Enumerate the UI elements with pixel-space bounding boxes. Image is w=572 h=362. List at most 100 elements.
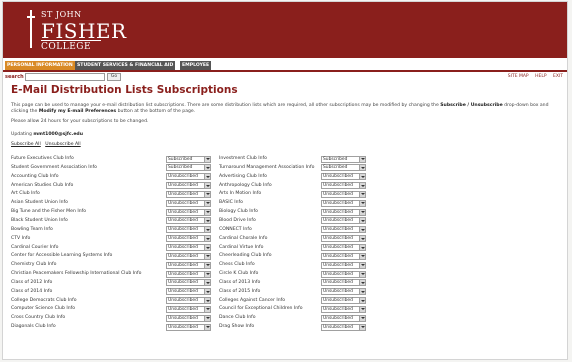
subscription-status-select[interactable]: Unsubscribed <box>321 173 366 181</box>
list-name: Chess Club Info <box>219 262 255 268</box>
dropdown-arrow-icon[interactable] <box>204 245 210 250</box>
subscription-status-select[interactable]: Subscribed <box>321 164 366 172</box>
site-map-link[interactable]: SITE MAP <box>508 74 529 79</box>
dropdown-arrow-icon[interactable] <box>204 306 210 312</box>
dropdown-arrow-icon[interactable] <box>359 245 365 250</box>
dropdown-arrow-icon[interactable] <box>359 200 365 206</box>
subscription-status-select[interactable]: Unsubscribed <box>166 190 211 198</box>
subscription-status-select[interactable]: Unsubscribed <box>166 235 211 243</box>
dropdown-arrow-icon[interactable] <box>204 174 210 180</box>
subscription-status-select[interactable]: Unsubscribed <box>166 199 211 207</box>
subscription-status-select[interactable]: Unsubscribed <box>166 208 211 216</box>
dropdown-arrow-icon[interactable] <box>204 156 210 162</box>
dropdown-arrow-icon[interactable] <box>359 191 365 197</box>
subscription-status-select[interactable]: Unsubscribed <box>166 314 211 322</box>
dropdown-arrow-icon[interactable] <box>204 209 210 215</box>
subscription-status-select[interactable]: Unsubscribed <box>321 235 366 243</box>
dropdown-arrow-icon[interactable] <box>359 315 365 321</box>
subscription-status-select[interactable]: Subscribed <box>166 155 211 163</box>
subscription-row: Chemistry Club Info Unsubscribed Chess Clu… <box>11 261 371 269</box>
search-go-button[interactable]: Go <box>107 73 121 81</box>
dropdown-arrow-icon[interactable] <box>204 280 210 286</box>
subscription-status-select[interactable]: Unsubscribed <box>321 182 366 190</box>
list-name: Christian Peacemakers Fellowship Interna… <box>11 271 142 277</box>
dropdown-arrow-icon[interactable] <box>359 165 365 171</box>
subscription-status-select[interactable]: Unsubscribed <box>321 190 366 198</box>
subscription-status-select[interactable]: Unsubscribed <box>166 297 211 305</box>
header-banner: ST JOHN FISHER COLLEGE <box>3 2 567 58</box>
dropdown-arrow-icon[interactable] <box>204 200 210 206</box>
dropdown-arrow-icon[interactable] <box>359 253 365 259</box>
help-link[interactable]: HELP <box>535 74 546 79</box>
dropdown-arrow-icon[interactable] <box>359 262 365 268</box>
subscription-status-select[interactable]: Unsubscribed <box>321 288 366 296</box>
subscription-status-select[interactable]: Subscribed <box>321 155 366 163</box>
tab-personal-information[interactable]: PERSONAL INFORMATION <box>5 61 75 70</box>
dropdown-arrow-icon[interactable] <box>359 289 365 295</box>
exit-link[interactable]: EXIT <box>553 74 563 79</box>
dropdown-arrow-icon[interactable] <box>359 298 365 304</box>
subscribe-all-link[interactable]: Subscribe All <box>11 142 41 147</box>
subscription-status-select[interactable]: Unsubscribed <box>166 173 211 181</box>
dropdown-arrow-icon[interactable] <box>204 236 210 242</box>
subscription-status-select[interactable]: Unsubscribed <box>321 217 366 225</box>
subscription-status-select[interactable]: Unsubscribed <box>321 199 366 207</box>
unsubscribe-all-link[interactable]: Unsubscribe All <box>45 142 80 147</box>
list-name: Art Club Info <box>11 191 40 197</box>
subscription-status-select[interactable]: Subscribed <box>166 164 211 172</box>
dropdown-arrow-icon[interactable] <box>204 165 210 171</box>
dropdown-arrow-icon[interactable] <box>359 209 365 215</box>
subscription-status-select[interactable]: Unsubscribed <box>321 323 366 331</box>
dropdown-arrow-icon[interactable] <box>204 324 210 330</box>
subscription-status-select[interactable]: Unsubscribed <box>166 182 211 190</box>
dropdown-arrow-icon[interactable] <box>359 324 365 330</box>
dropdown-arrow-icon[interactable] <box>204 315 210 321</box>
subscription-status-select[interactable]: Unsubscribed <box>321 270 366 278</box>
subscription-status-select[interactable]: Unsubscribed <box>166 305 211 313</box>
subscription-status-select[interactable]: Unsubscribed <box>166 288 211 296</box>
dropdown-arrow-icon[interactable] <box>359 236 365 242</box>
dropdown-arrow-icon[interactable] <box>204 183 210 189</box>
dropdown-arrow-icon[interactable] <box>204 298 210 304</box>
dropdown-arrow-icon[interactable] <box>204 271 210 277</box>
dropdown-arrow-icon[interactable] <box>359 174 365 180</box>
subscription-status-select[interactable]: Unsubscribed <box>166 279 211 287</box>
subscription-status-value: Unsubscribed <box>323 174 353 180</box>
dropdown-arrow-icon[interactable] <box>359 271 365 277</box>
subscription-status-select[interactable]: Unsubscribed <box>166 244 211 251</box>
search-input[interactable] <box>25 73 105 81</box>
dropdown-arrow-icon[interactable] <box>359 280 365 286</box>
dropdown-arrow-icon[interactable] <box>204 289 210 295</box>
subscription-status-select[interactable]: Unsubscribed <box>166 323 211 331</box>
subscription-status-select[interactable]: Unsubscribed <box>321 305 366 313</box>
dropdown-arrow-icon[interactable] <box>204 191 210 197</box>
tab-employee[interactable]: EMPLOYEE <box>180 61 212 70</box>
subscription-status-select[interactable]: Unsubscribed <box>321 226 366 234</box>
dropdown-arrow-icon[interactable] <box>359 183 365 189</box>
subscription-status-select[interactable]: Unsubscribed <box>166 261 211 269</box>
subscription-status-select[interactable]: Unsubscribed <box>321 314 366 322</box>
subscription-status-select[interactable]: Unsubscribed <box>321 297 366 305</box>
subscription-status-select[interactable]: Unsubscribed <box>166 252 211 260</box>
list-name: Arts In Motion Info <box>219 191 262 197</box>
intro-bold-modify: Modify my E-mail Preferences <box>38 109 117 115</box>
subscription-status-select[interactable]: Unsubscribed <box>166 226 211 234</box>
dropdown-arrow-icon[interactable] <box>359 156 365 162</box>
dropdown-arrow-icon[interactable] <box>359 306 365 312</box>
dropdown-arrow-icon[interactable] <box>204 253 210 259</box>
dropdown-arrow-icon[interactable] <box>359 227 365 233</box>
subscription-status-select[interactable]: Unsubscribed <box>321 261 366 269</box>
subscription-status-select[interactable]: Unsubscribed <box>321 279 366 287</box>
list-name: Class of 2012 Info <box>11 279 53 285</box>
dropdown-arrow-icon[interactable] <box>359 218 365 224</box>
tab-student-services[interactable]: STUDENT SERVICES & FINANCIAL AID <box>75 61 176 70</box>
subscription-status-select[interactable]: Unsubscribed <box>321 252 366 260</box>
dropdown-arrow-icon[interactable] <box>204 218 210 224</box>
subscription-status-select[interactable]: Unsubscribed <box>321 244 366 251</box>
subscription-status-select[interactable]: Unsubscribed <box>166 217 211 225</box>
subscription-status-value: Unsubscribed <box>323 289 353 295</box>
dropdown-arrow-icon[interactable] <box>204 227 210 233</box>
subscription-status-select[interactable]: Unsubscribed <box>321 208 366 216</box>
dropdown-arrow-icon[interactable] <box>204 262 210 268</box>
subscription-status-select[interactable]: Unsubscribed <box>166 270 211 278</box>
